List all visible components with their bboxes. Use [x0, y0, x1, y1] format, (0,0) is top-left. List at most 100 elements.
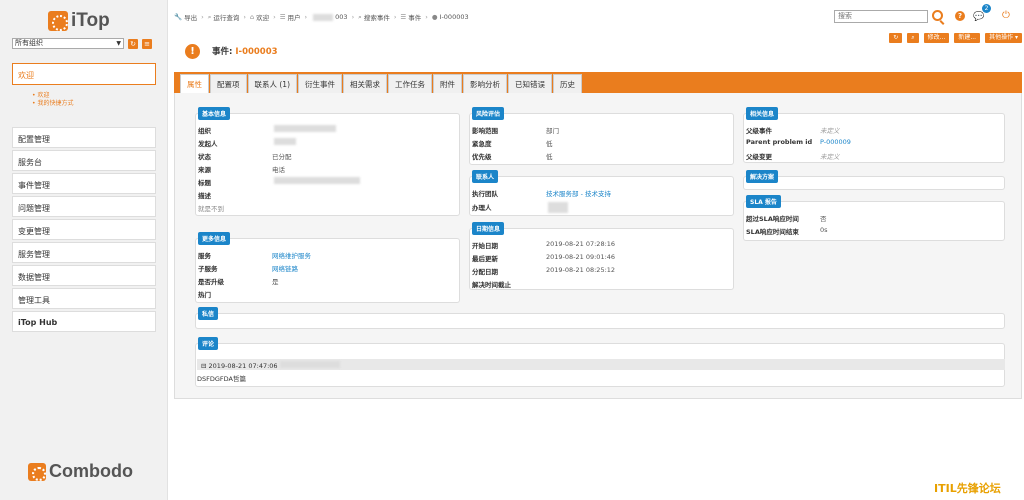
breadcrumb-users[interactable]: 用户 [288, 12, 301, 22]
wrench-icon: 🔧 [174, 13, 183, 21]
field-row: 优先级 低 [470, 151, 553, 161]
tab-known-errors[interactable]: 已知错误 [508, 74, 553, 93]
fieldset-basic-info: 基本信息 组织 发起人 状态 已分配 来源 电话 标题 描述 就是不到 [195, 107, 460, 216]
breadcrumb-export[interactable]: 导出 [184, 12, 197, 22]
breadcrumb-run-query[interactable]: 运行查询 [213, 12, 239, 22]
welcome-link-welcome[interactable]: 欢迎 [32, 92, 73, 100]
breadcrumb-separator: › [304, 13, 308, 21]
menu-change-mgmt[interactable]: 变更管理 [12, 219, 156, 240]
subservice-link[interactable]: 网络链路 [272, 263, 298, 273]
other-actions-button[interactable]: 其他操作 ▾ [985, 33, 1022, 43]
field-label: 状态 [198, 153, 211, 161]
breadcrumb: 🔧 导出 › ⌕ 运行查询 › ⌂ 欢迎 › ☰ 用户 › 003 › ⌕ 搜索事件 › ☰ 事件 › ●… [174, 12, 469, 23]
menu-itop-hub[interactable]: iTop Hub [12, 311, 156, 332]
team-link[interactable]: 技术服务部 - 技术支持 [546, 188, 611, 198]
field-value: 低 [546, 153, 553, 161]
menu-admin-tools[interactable]: 管理工具 [12, 288, 156, 309]
modify-button[interactable]: 修改... [923, 33, 950, 43]
tab-work-orders[interactable]: 工作任务 [388, 74, 433, 93]
combodo-logo[interactable]: Combodo [28, 461, 133, 482]
parent-problem-link[interactable]: P-000009 [820, 138, 851, 146]
org-refresh-button[interactable]: ↻ [128, 38, 138, 49]
field-row: 父级变更 未定义 [744, 151, 840, 161]
fieldset-title: 风险评估 [472, 107, 505, 120]
breadcrumb-incidents[interactable]: 事件 [408, 12, 421, 22]
field-label: 执行团队 [472, 190, 498, 198]
field-value: 否 [820, 215, 827, 223]
org-select[interactable]: 所有组织 ▼ [12, 38, 124, 49]
field-value: 已分配 [272, 153, 292, 161]
tab-properties[interactable]: 属性 [180, 74, 209, 93]
blurred-user [313, 13, 334, 21]
menu-service-mgmt[interactable]: 服务管理 [12, 242, 156, 263]
blurred-value [548, 202, 568, 213]
refresh-button[interactable]: ↻ [889, 33, 903, 43]
breadcrumb-search-incidents[interactable]: 搜索事件 [364, 12, 390, 22]
tab-history[interactable]: 历史 [553, 74, 583, 93]
fieldset-title: 解决方案 [746, 170, 779, 183]
field-row: 影响范围 部门 [470, 125, 559, 135]
field-row: 标题 [196, 177, 362, 187]
notifications-badge: 2 [982, 4, 991, 13]
breadcrumb-separator: › [425, 13, 428, 21]
tab-child-incidents[interactable]: 衍生事件 [298, 74, 343, 93]
tab-attachments[interactable]: 附件 [433, 74, 463, 93]
tab-contacts[interactable]: 联系人 (1) [247, 74, 298, 93]
field-label: 分配日期 [472, 268, 498, 276]
itop-logo-icon [48, 11, 68, 31]
blurred-value [274, 177, 360, 184]
logout-icon[interactable]: ⏻ [1002, 10, 1010, 21]
top-bar: 🔧 导出 › ⌕ 运行查询 › ⌂ 欢迎 › ☰ 用户 › 003 › ⌕ 搜索事件 › ☰ 事件 › ●… [168, 0, 1024, 30]
field-value: 低 [546, 140, 553, 148]
field-label: 发起人 [198, 140, 218, 148]
field-value: 部门 [546, 127, 559, 135]
combodo-logo-text: Combodo [49, 461, 133, 481]
notifications-icon[interactable]: 💬 [973, 12, 984, 22]
search-icon[interactable] [932, 10, 943, 21]
field-label: 办理人 [472, 204, 492, 212]
menu-config-mgmt[interactable]: 配置管理 [12, 127, 156, 148]
search-button[interactable]: ⌕ [907, 33, 919, 43]
org-filter-button[interactable]: ≡ [142, 38, 152, 49]
breadcrumb-separator: › [393, 13, 397, 21]
page-title: 事件: I-000003 [212, 45, 278, 57]
menu-data-mgmt[interactable]: 数据管理 [12, 265, 156, 286]
comment-text: DSFDGFDA哲篇 [197, 375, 246, 383]
menu-problem-mgmt[interactable]: 问题管理 [12, 196, 156, 217]
global-search-input[interactable] [834, 10, 928, 23]
breadcrumb-current[interactable]: I-000003 [440, 13, 469, 21]
field-row: 分配日期 2019-08-21 08:25:12 [470, 266, 615, 276]
field-value: 是 [272, 278, 279, 286]
field-row: 开始日期 2019-08-21 07:28:16 [470, 240, 615, 250]
comment-entry-header[interactable]: ⊟ 2019-08-21 07:47:06 [197, 359, 1005, 370]
tab-impact-analysis[interactable]: 影响分析 [463, 74, 508, 93]
field-row: 超过SLA响应时间 否 [744, 213, 827, 223]
itop-logo[interactable]: iTop [48, 10, 110, 32]
new-button[interactable]: 新建... [954, 33, 981, 43]
field-value: 未定义 [820, 153, 840, 161]
field-label: 组织 [198, 127, 211, 135]
menu-service-desk[interactable]: 服务台 [12, 150, 156, 171]
field-label: 解决时间截止 [472, 281, 511, 289]
breadcrumb-user-ref[interactable]: 003 [335, 13, 347, 21]
field-value: 2019-08-21 08:25:12 [546, 266, 616, 274]
tab-config-items[interactable]: 配置项 [210, 74, 247, 93]
collapse-icon[interactable]: ⊟ [201, 362, 206, 370]
help-icon[interactable]: ? [955, 11, 965, 21]
fieldset-private: 私信 [195, 307, 1005, 329]
field-row: 父级事件 未定义 [744, 125, 840, 135]
menu-welcome[interactable]: 欢迎 [12, 63, 156, 85]
fieldset-more-info: 更多信息 服务 网络维护服务 子服务 网络链路 是否升级 是 热门 [195, 232, 460, 303]
field-label: 最后更新 [472, 255, 498, 263]
menu-incident-mgmt[interactable]: 事件管理 [12, 173, 156, 194]
fieldset-sla: SLA 报告 超过SLA响应时间 否 SLA响应时间结束 0s [743, 195, 1005, 241]
welcome-link-shortcuts[interactable]: 我的快捷方式 [32, 100, 73, 108]
tab-related-requests[interactable]: 相关需求 [343, 74, 388, 93]
service-link[interactable]: 网络维护服务 [272, 250, 311, 260]
comment-time: 2019-08-21 07:47:06 [208, 362, 278, 370]
field-row: 发起人 [196, 138, 298, 148]
field-value: 电话 [272, 166, 285, 174]
breadcrumb-welcome[interactable]: 欢迎 [256, 12, 269, 22]
field-value: 2019-08-21 09:01:46 [546, 253, 616, 261]
search-icon: ⌕ [358, 12, 362, 21]
